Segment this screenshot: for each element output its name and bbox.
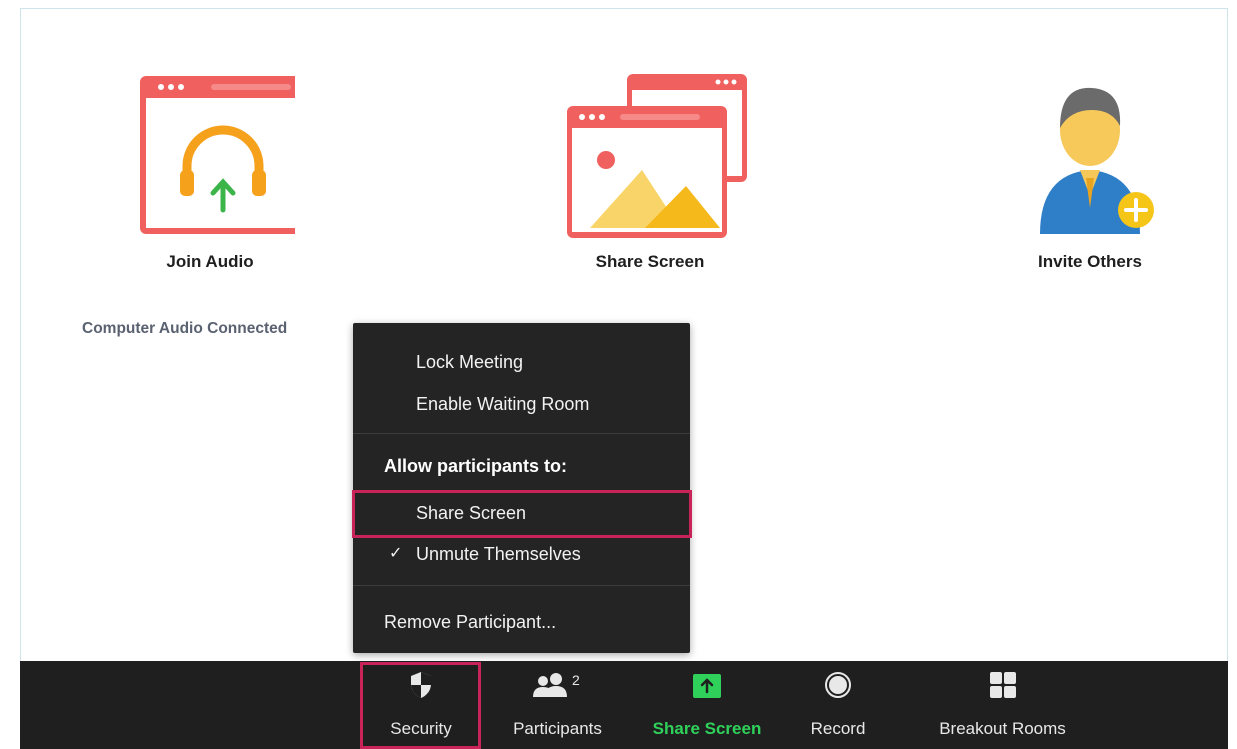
menu-item-remove-participant[interactable]: Remove Participant... xyxy=(353,603,690,641)
participants-label: Participants xyxy=(513,719,602,738)
person-add-icon xyxy=(1040,87,1154,234)
image-windows-icon xyxy=(567,74,747,238)
share-arrow-icon xyxy=(693,674,721,698)
record-button[interactable]: Record xyxy=(798,661,878,749)
headphones-window-icon xyxy=(140,76,295,234)
record-label: Record xyxy=(810,719,866,738)
record-icon xyxy=(825,672,851,698)
security-highlight xyxy=(360,662,481,749)
breakout-rooms-label: Breakout Rooms xyxy=(939,719,1066,738)
share-screen-highlight xyxy=(352,490,692,538)
breakout-rooms-button[interactable]: Breakout Rooms xyxy=(920,661,1085,749)
remove-participant-label: Remove Participant... xyxy=(384,612,557,632)
invite-others-button[interactable]: Invite Others xyxy=(990,66,1190,272)
security-menu: Lock Meeting Enable Waiting Room Allow p… xyxy=(353,323,690,653)
join-audio-label: Join Audio xyxy=(166,252,254,271)
share-screen-action-label: Share Screen xyxy=(595,252,705,271)
join-audio-button[interactable]: Join Audio xyxy=(110,70,310,272)
menu-item-lock-meeting[interactable]: Lock Meeting xyxy=(353,343,690,381)
participants-button[interactable]: 2 Participants xyxy=(495,661,620,749)
audio-status-text: Computer Audio Connected xyxy=(82,320,288,337)
menu-divider xyxy=(353,433,690,434)
lock-meeting-label: Lock Meeting xyxy=(416,352,524,372)
meeting-toolbar: Security 2 Participants Share Screen Rec… xyxy=(20,661,1228,749)
people-icon: 2 xyxy=(532,672,580,697)
unmute-themselves-label: Unmute Themselves xyxy=(416,544,581,564)
share-screen-toolbar-label: Share Screen xyxy=(652,719,762,738)
menu-item-enable-waiting-room[interactable]: Enable Waiting Room xyxy=(353,385,690,423)
allow-participants-heading: Allow participants to: xyxy=(384,456,568,476)
menu-item-unmute-themselves[interactable]: ✓ Unmute Themselves xyxy=(353,535,690,573)
share-screen-toolbar-button[interactable]: Share Screen xyxy=(632,661,782,749)
enable-waiting-room-label: Enable Waiting Room xyxy=(416,394,590,414)
menu-divider xyxy=(353,585,690,586)
invite-others-label: Invite Others xyxy=(1038,252,1142,271)
checkmark-icon: ✓ xyxy=(389,545,403,562)
grid-icon xyxy=(989,672,1016,698)
share-screen-action-button[interactable]: Share Screen xyxy=(540,70,760,272)
participants-count: 2 xyxy=(572,672,580,688)
